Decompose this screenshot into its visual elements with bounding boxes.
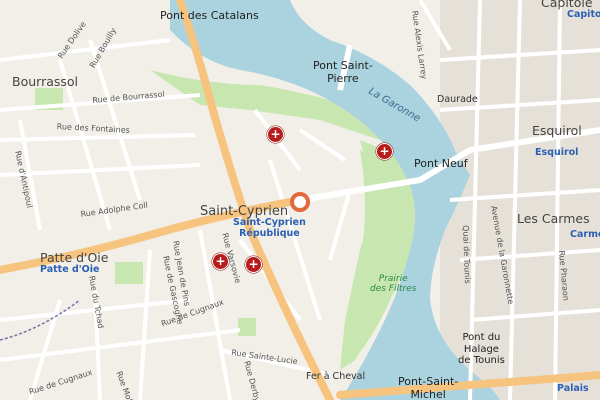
label-saint-cyprien-republique-station: Saint-Cyprien République [233,217,306,239]
hospital-cross-icon[interactable]: + [245,256,262,273]
label-bourrassol: Bourrassol [12,74,79,89]
label-pont-des-catalans: Pont des Catalans [160,9,259,22]
label-esquirol: Esquirol [532,123,582,138]
label-palais-station: Palais [557,383,589,394]
hospital-cross-icon[interactable]: + [376,143,393,160]
label-fer-a-cheval: Fer à Cheval [306,371,366,382]
map-view[interactable]: Pont des Catalans Capitole Capitol Rue A… [0,0,600,400]
label-pont-saint-michel: Pont-Saint- Michel [398,375,459,400]
label-pont-du-halage: Pont du Halage de Tounis [458,332,505,366]
label-patte-doie-station: Patte d'Oie [40,264,100,275]
label-pont-neuf: Pont Neuf [414,157,468,170]
label-carmes-station: Carme [570,229,600,240]
label-prairie-des-filtres: Prairie des Filtres [370,274,417,295]
label-esquirol-station: Esquirol [535,147,579,158]
label-les-carmes: Les Carmes [517,211,590,226]
label-pont-saint-pierre: Pont Saint- Pierre [313,59,373,85]
label-capitole-station: Capitol [567,9,600,20]
hospital-cross-icon[interactable]: + [267,126,284,143]
metro-station-pin-icon[interactable] [290,192,310,212]
label-daurade: Daurade [437,94,478,105]
hospital-cross-icon[interactable]: + [212,253,229,270]
